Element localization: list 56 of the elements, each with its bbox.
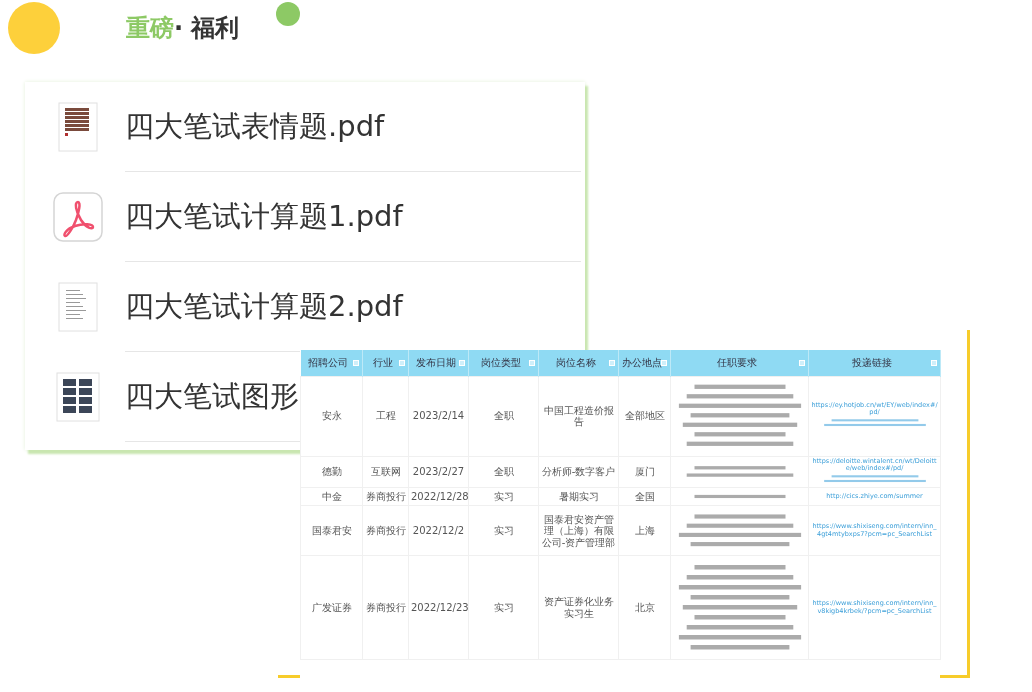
table-cell: 2023/2/27 bbox=[408, 456, 469, 488]
table-cell: 全部地区 bbox=[618, 376, 671, 456]
table-cell: 券商投行 bbox=[362, 505, 409, 556]
table-cell: 全国 bbox=[618, 487, 671, 506]
table-cell: 中金 bbox=[300, 487, 363, 506]
table-cell: 暑期实习 bbox=[538, 487, 619, 506]
file-name[interactable]: 四大笔试图形 bbox=[125, 374, 299, 419]
table-cell: 德勤 bbox=[300, 456, 363, 488]
document-thumbnail-icon bbox=[58, 102, 98, 152]
filter-icon[interactable] bbox=[799, 360, 805, 366]
column-header[interactable]: 招聘公司 bbox=[300, 350, 363, 376]
table-cell: 实习 bbox=[468, 487, 539, 506]
document-thumbnail-icon bbox=[58, 282, 98, 332]
filter-icon[interactable] bbox=[459, 360, 465, 366]
table-cell: 分析师-数字客户 bbox=[538, 456, 619, 488]
table-cell: 国泰君安 bbox=[300, 505, 363, 556]
table-cell: 广发证券 bbox=[300, 555, 363, 660]
filter-icon[interactable] bbox=[353, 360, 359, 366]
filter-icon[interactable] bbox=[399, 360, 405, 366]
file-name[interactable]: 四大笔试计算题2.pdf bbox=[125, 284, 403, 329]
file-name[interactable]: 四大笔试计算题1.pdf bbox=[125, 194, 403, 239]
column-header[interactable]: 岗位名称 bbox=[538, 350, 619, 376]
pdf-app-icon bbox=[53, 192, 103, 242]
table-cell: 全职 bbox=[468, 376, 539, 456]
table-cell: 国泰君安资产管理（上海）有限公司-资产管理部 bbox=[538, 505, 619, 556]
column-header[interactable]: 行业 bbox=[362, 350, 409, 376]
table-cell: 2023/2/14 bbox=[408, 376, 469, 456]
table-cell: 厦门 bbox=[618, 456, 671, 488]
table-cell: 2022/12/23 bbox=[408, 555, 469, 660]
column-header[interactable]: 投递链接 bbox=[808, 350, 941, 376]
dot-decoration bbox=[276, 2, 300, 26]
file-name[interactable]: 四大笔试表情题.pdf bbox=[125, 104, 385, 149]
section-title: 重磅· 福利 bbox=[126, 13, 240, 44]
table-cell: 2022/12/28 bbox=[408, 487, 469, 506]
table-cell: 安永 bbox=[300, 376, 363, 456]
table-cell: 实习 bbox=[468, 555, 539, 660]
table-cell: 资产证券化业务实习生 bbox=[538, 555, 619, 660]
table-cell: 互联网 bbox=[362, 456, 409, 488]
table-cell: 券商投行 bbox=[362, 555, 409, 660]
column-header[interactable]: 岗位类型 bbox=[468, 350, 539, 376]
column-header[interactable]: 任职要求 bbox=[670, 350, 809, 376]
table-cell: 全职 bbox=[468, 456, 539, 488]
filter-icon[interactable] bbox=[529, 360, 535, 366]
table-cell: 2022/12/2 bbox=[408, 505, 469, 556]
circle-decoration bbox=[8, 2, 60, 54]
table-cell: 北京 bbox=[618, 555, 671, 660]
table-cell: 上海 bbox=[618, 505, 671, 556]
filter-icon[interactable] bbox=[661, 360, 667, 366]
table-cell: 工程 bbox=[362, 376, 409, 456]
document-thumbnail-icon bbox=[56, 372, 100, 422]
table-cell: 实习 bbox=[468, 505, 539, 556]
column-header[interactable]: 发布日期 bbox=[408, 350, 469, 376]
table-cell: 中国工程造价报告 bbox=[538, 376, 619, 456]
filter-icon[interactable] bbox=[931, 360, 937, 366]
filter-icon[interactable] bbox=[609, 360, 615, 366]
table-cell: 券商投行 bbox=[362, 487, 409, 506]
